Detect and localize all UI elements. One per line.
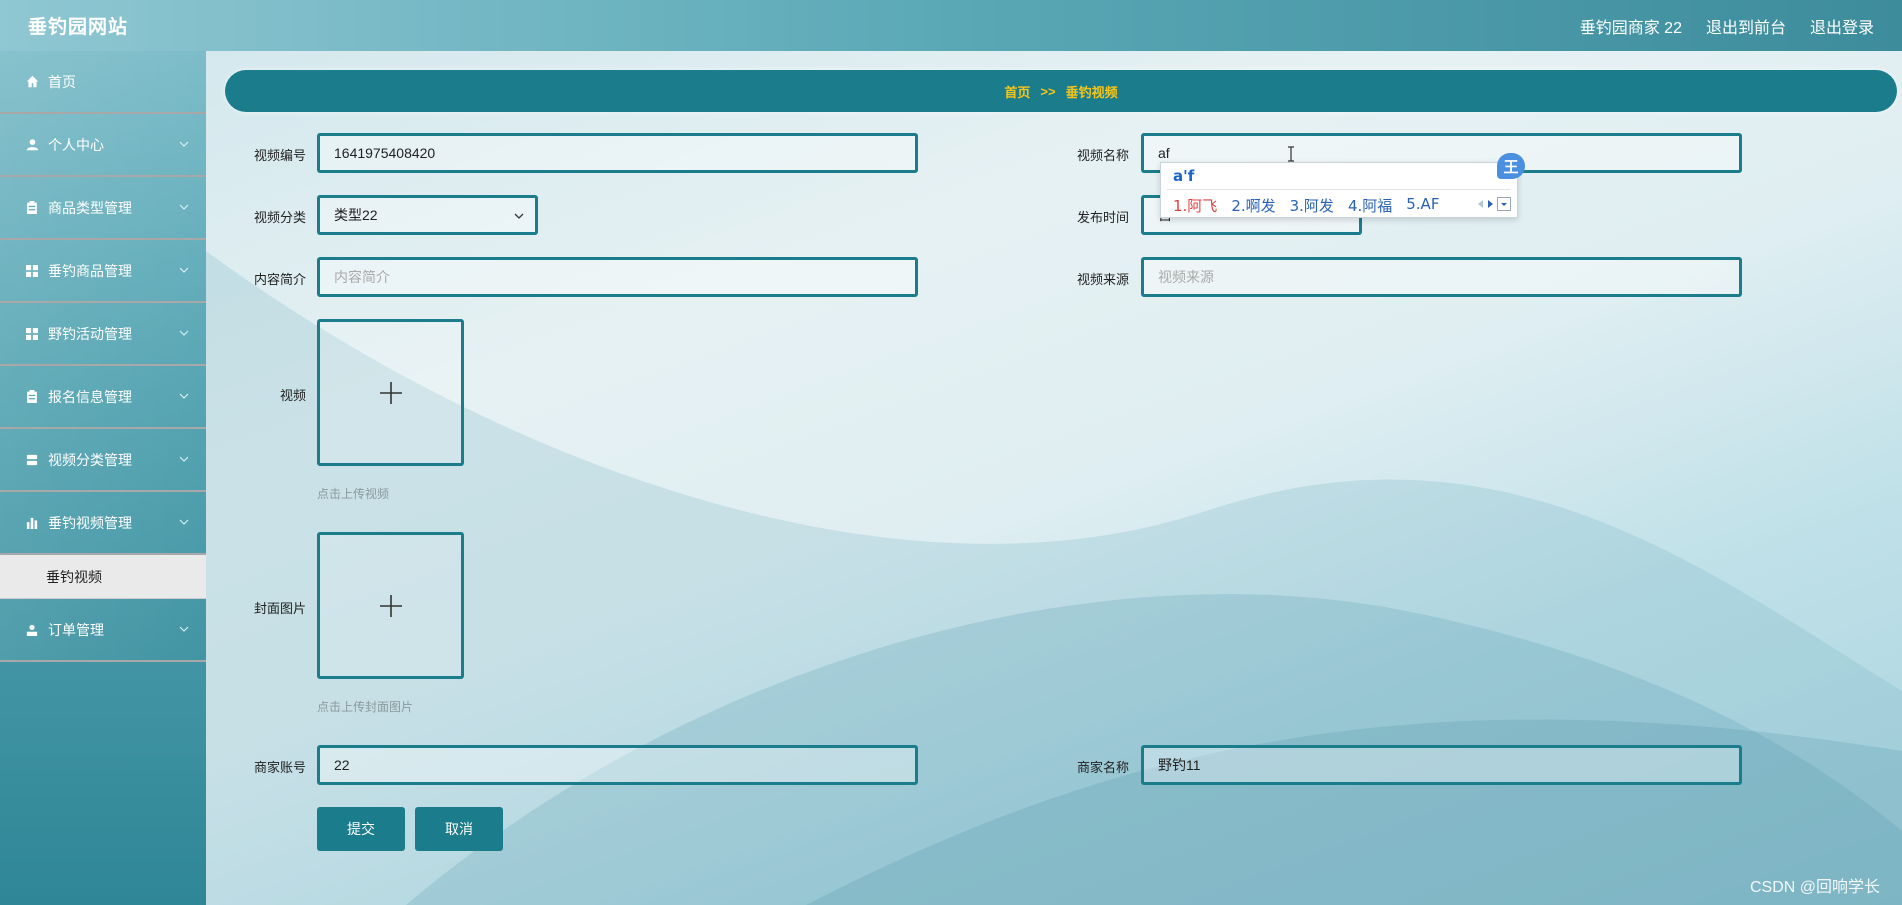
sidebar-item-home[interactable]: 首页 xyxy=(0,51,206,114)
merchant-name-field[interactable]: 野钓11 xyxy=(1141,745,1742,785)
stack-icon xyxy=(24,452,40,468)
ime-candidate-popup: a'f 1.阿飞 2.啊发 3.阿发 4.阿福 5.AF 王 xyxy=(1160,153,1525,218)
sidebar-item-wild-fishing[interactable]: 野钓活动管理 xyxy=(0,303,206,366)
back-to-front-link[interactable]: 退出到前台 xyxy=(1706,14,1786,38)
ime-candidate[interactable]: 5.AF xyxy=(1406,195,1439,216)
merchant-account-label: 商家账号 xyxy=(253,760,306,775)
sidebar-item-video-category[interactable]: 视频分类管理 xyxy=(0,429,206,492)
bar-chart-icon xyxy=(24,515,40,531)
breadcrumb-home[interactable]: 首页 xyxy=(1004,82,1030,101)
sidebar-item-label: 视频分类管理 xyxy=(48,451,132,468)
sidebar-item-label: 垂钓视频管理 xyxy=(48,514,132,531)
ime-candidate[interactable]: 4.阿福 xyxy=(1348,195,1392,216)
clipboard-icon xyxy=(24,200,40,216)
ime-badge[interactable]: 王 xyxy=(1497,153,1525,179)
sidebar-item-label: 野钓活动管理 xyxy=(48,325,132,342)
chevron-down-icon xyxy=(514,213,524,219)
logout-link[interactable]: 退出登录 xyxy=(1810,14,1874,38)
person-icon xyxy=(24,622,40,638)
sidebar-item-orders[interactable]: 订单管理 xyxy=(0,599,206,662)
ime-controls xyxy=(1477,197,1511,211)
chevron-down-icon xyxy=(179,204,189,210)
user-icon xyxy=(24,137,40,153)
current-user: 垂钓园商家 22 xyxy=(1579,19,1682,37)
prev-page-icon[interactable] xyxy=(1477,199,1484,209)
merchant-account-field[interactable]: 22 xyxy=(317,745,918,785)
video-label: 视频 xyxy=(279,388,306,403)
category-label: 视频分类 xyxy=(253,210,306,225)
sidebar-item-profile[interactable]: 个人中心 xyxy=(0,114,206,177)
video-upload-hint: 点击上传视频 xyxy=(317,487,390,501)
cancel-button[interactable]: 取消 xyxy=(415,807,503,851)
merchant-name-label: 商家名称 xyxy=(1076,760,1129,775)
home-icon xyxy=(24,74,40,90)
sidebar-item-label: 报名信息管理 xyxy=(48,388,132,405)
cover-upload-hint: 点击上传封面图片 xyxy=(317,700,414,714)
source-input[interactable] xyxy=(1141,257,1742,297)
site-brand: 垂钓园网站 xyxy=(28,17,129,38)
video-name-label: 视频名称 xyxy=(1076,148,1129,163)
sidebar-item-fishing-video[interactable]: 垂钓视频管理 xyxy=(0,492,206,555)
ime-composition: a'f xyxy=(1173,167,1195,185)
text-cursor-icon xyxy=(1288,146,1294,162)
grid-icon xyxy=(24,326,40,342)
chevron-down-icon xyxy=(179,267,189,273)
sidebar-item-label: 首页 xyxy=(48,73,76,90)
sidebar-subitem-fishing-video[interactable]: 垂钓视频 xyxy=(0,555,206,599)
video-no-label: 视频编号 xyxy=(253,148,306,163)
sidebar-item-goods-type[interactable]: 商品类型管理 xyxy=(0,177,206,240)
source-label: 视频来源 xyxy=(1076,272,1129,287)
watermark: CSDN @回响学长 xyxy=(1749,879,1880,896)
intro-label: 内容简介 xyxy=(253,272,306,287)
sidebar-item-fishing-goods[interactable]: 垂钓商品管理 xyxy=(0,240,206,303)
video-name-value: af xyxy=(1158,145,1170,161)
chevron-down-icon xyxy=(179,626,189,632)
sidebar-item-label: 垂钓商品管理 xyxy=(48,262,132,279)
expand-icon[interactable] xyxy=(1497,197,1511,211)
ime-candidate[interactable]: 3.阿发 xyxy=(1290,195,1334,216)
video-no-field[interactable]: 1641975408420 xyxy=(317,133,918,173)
top-links: 垂钓园商家 22 退出到前台 退出登录 xyxy=(1580,14,1874,38)
submit-button[interactable]: 提交 xyxy=(317,807,405,851)
publish-time-label: 发布时间 xyxy=(1076,210,1129,225)
category-select[interactable]: 类型22 xyxy=(317,195,538,235)
cover-label: 封面图片 xyxy=(253,601,306,616)
next-page-icon[interactable] xyxy=(1487,199,1494,209)
intro-input[interactable] xyxy=(317,257,918,297)
chevron-down-icon xyxy=(179,393,189,399)
plus-icon xyxy=(379,381,402,404)
category-value: 类型22 xyxy=(334,207,378,223)
clipboard-icon xyxy=(24,389,40,405)
ime-divider xyxy=(1167,189,1511,190)
top-bar: 垂钓园网站 垂钓园商家 22 退出到前台 退出登录 xyxy=(0,0,1902,51)
sidebar-item-label: 订单管理 xyxy=(48,621,104,638)
sidebar-item-label: 商品类型管理 xyxy=(48,199,132,216)
ime-candidates: 1.阿飞 2.啊发 3.阿发 4.阿福 5.AF xyxy=(1173,195,1439,216)
sidebar: 首页 个人中心 商品类型管理 垂钓商品管理 野钓活动管理 报名信息管理 视频分类… xyxy=(0,51,206,905)
plus-icon xyxy=(379,594,402,617)
video-upload-box[interactable] xyxy=(317,319,464,466)
breadcrumb-current: 垂钓视频 xyxy=(1065,84,1118,100)
ime-candidate[interactable]: 1.阿飞 xyxy=(1173,195,1217,216)
breadcrumb-separator: >> xyxy=(1040,83,1056,99)
chevron-down-icon xyxy=(179,456,189,462)
chevron-down-icon xyxy=(179,141,189,147)
chevron-down-icon xyxy=(179,519,189,525)
cover-upload-box[interactable] xyxy=(317,532,464,679)
sidebar-item-label: 个人中心 xyxy=(48,136,104,153)
breadcrumb: 首页 >> 垂钓视频 xyxy=(225,70,1897,112)
sidebar-item-signup[interactable]: 报名信息管理 xyxy=(0,366,206,429)
ime-candidate[interactable]: 2.啊发 xyxy=(1231,195,1275,216)
chevron-down-icon xyxy=(179,330,189,336)
grid-icon xyxy=(24,263,40,279)
